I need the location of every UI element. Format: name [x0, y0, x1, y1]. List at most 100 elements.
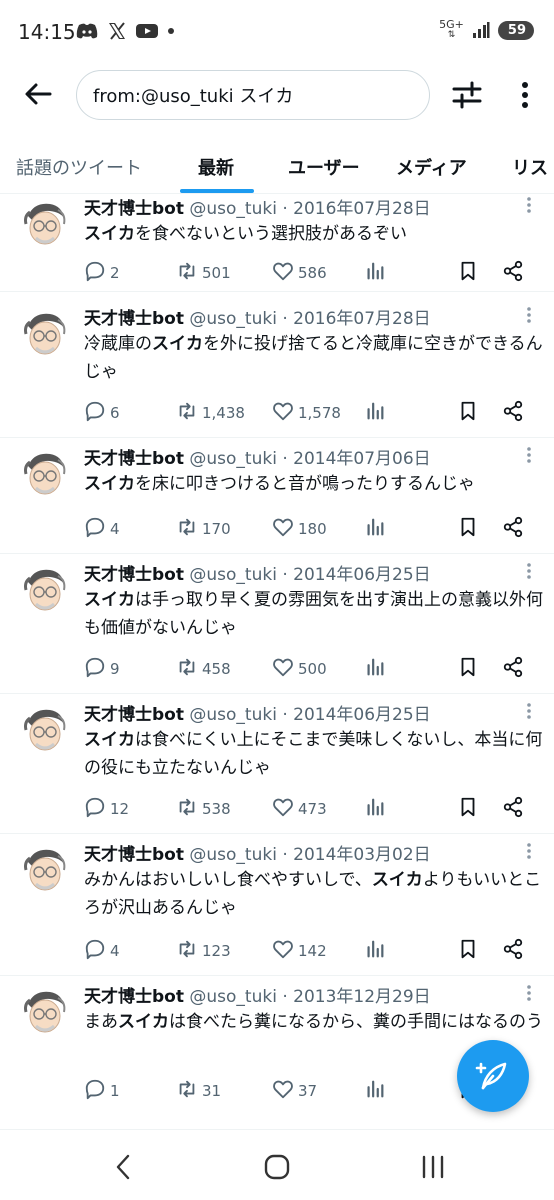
tweet-author-name[interactable]: 天才博士bot	[84, 987, 184, 1007]
tweet-item[interactable]: 天才博士bot @uso_tuki · 2016年07月28日 スイカを食べないと…	[0, 194, 554, 292]
tweet-item[interactable]: 天才博士bot @uso_tuki · 2014年07月06日 スイカを床に叩きつ…	[0, 438, 554, 554]
views-button[interactable]	[364, 796, 386, 822]
reply-button[interactable]: 9	[84, 656, 120, 682]
tweet-more-icon[interactable]	[526, 196, 532, 214]
retweet-button[interactable]: 538	[176, 796, 231, 822]
avatar[interactable]	[20, 198, 70, 248]
share-icon	[502, 516, 524, 542]
tweet-text-part: は手っ取り早く夏の雰囲気を出す演出上の意義以外何も価値がないんじゃ	[84, 590, 543, 638]
avatar[interactable]	[20, 448, 70, 498]
views-button[interactable]	[364, 400, 386, 426]
share-button[interactable]	[502, 400, 524, 426]
avatar[interactable]	[20, 986, 70, 1036]
like-button[interactable]: 37	[272, 1078, 317, 1104]
avatar[interactable]	[20, 844, 70, 894]
tweet-item[interactable]: 天才博士bot @uso_tuki · 2016年07月28日 冷蔵庫のスイカを外…	[0, 298, 554, 438]
tweet-actions: 4 123 142	[84, 938, 534, 964]
tweet-actions: 2 501 586	[84, 260, 534, 286]
views-button[interactable]	[364, 1078, 386, 1104]
tweet-more-icon[interactable]	[526, 702, 532, 720]
tab-top[interactable]: 話題のツイート	[16, 154, 142, 180]
share-button[interactable]	[502, 516, 524, 542]
tab-lists[interactable]: リス	[512, 154, 548, 180]
retweet-button[interactable]: 123	[176, 938, 231, 964]
nav-back-icon[interactable]	[112, 1154, 136, 1180]
filter-icon[interactable]	[450, 78, 484, 112]
like-button[interactable]: 500	[272, 656, 327, 682]
tab-latest[interactable]: 最新	[198, 154, 234, 180]
tweet-item[interactable]: 天才博士bot @uso_tuki · 2014年03月02日 みかんはおいしいし…	[0, 834, 554, 976]
tweet-author-name[interactable]: 天才博士bot	[84, 705, 184, 725]
retweet-button[interactable]: 31	[176, 1078, 221, 1104]
like-button[interactable]: 1,578	[272, 400, 341, 426]
tweet-more-icon[interactable]	[526, 446, 532, 464]
active-tab-indicator	[180, 189, 254, 193]
views-button[interactable]	[364, 938, 386, 964]
tweet-more-icon[interactable]	[526, 984, 532, 1002]
tweet-item[interactable]: 天才博士bot @uso_tuki · 2014年06月25日 スイカは食べにくい…	[0, 694, 554, 834]
tweet-more-icon[interactable]	[526, 306, 532, 324]
search-input[interactable]: from:@uso_tuki スイカ	[76, 70, 430, 120]
tab-people[interactable]: ユーザー	[288, 154, 360, 180]
reply-count: 6	[110, 404, 120, 422]
bookmark-button[interactable]	[457, 938, 479, 964]
search-tabs: 話題のツイート 最新 ユーザー メディア リス	[0, 140, 554, 194]
tweet-separator: ·	[276, 565, 294, 585]
reply-button[interactable]: 12	[84, 796, 129, 822]
tab-media[interactable]: メディア	[396, 154, 467, 180]
reply-button[interactable]: 4	[84, 938, 120, 964]
share-button[interactable]	[502, 656, 524, 682]
bookmark-button[interactable]	[457, 796, 479, 822]
bookmark-button[interactable]	[457, 656, 479, 682]
avatar[interactable]	[20, 308, 70, 358]
like-button[interactable]: 586	[272, 260, 327, 286]
like-count: 37	[298, 1082, 318, 1100]
tweet-header: 天才博士bot @uso_tuki · 2014年06月25日	[84, 560, 431, 585]
views-button[interactable]	[364, 260, 386, 286]
reply-button[interactable]: 6	[84, 400, 120, 426]
tweet-text: スイカは食べにくい上にそこまで美味しくないし、本当に何の役にも立たないんじゃ	[84, 726, 544, 782]
reply-button[interactable]: 4	[84, 516, 120, 542]
tweet-author-name[interactable]: 天才博士bot	[84, 565, 184, 585]
reply-button[interactable]: 2	[84, 260, 120, 286]
retweet-button[interactable]: 501	[176, 260, 231, 286]
tweet-text-part: スイカ	[84, 474, 135, 494]
more-options-icon[interactable]	[510, 78, 540, 112]
tweet-author-name[interactable]: 天才博士bot	[84, 845, 184, 865]
tweet-text-part: は食べたら糞になるから、糞の手間にはなるのう	[169, 1012, 543, 1032]
tweet-author-name[interactable]: 天才博士bot	[84, 449, 184, 469]
back-arrow-icon[interactable]	[22, 78, 54, 110]
tweet-item[interactable]: 天才博士bot @uso_tuki · 2014年06月25日 スイカは手っ取り早…	[0, 554, 554, 694]
views-icon	[364, 938, 386, 964]
retweet-button[interactable]: 458	[176, 656, 231, 682]
avatar[interactable]	[20, 704, 70, 754]
share-icon	[502, 796, 524, 822]
reply-icon	[84, 938, 106, 964]
avatar[interactable]	[20, 564, 70, 614]
bookmark-button[interactable]	[457, 260, 479, 286]
like-button[interactable]: 473	[272, 796, 327, 822]
views-button[interactable]	[364, 656, 386, 682]
like-button[interactable]: 142	[272, 938, 327, 964]
views-button[interactable]	[364, 516, 386, 542]
like-button[interactable]: 180	[272, 516, 327, 542]
compose-button[interactable]	[457, 1040, 529, 1112]
nav-home-icon[interactable]	[264, 1154, 290, 1180]
like-count: 473	[298, 800, 327, 818]
share-button[interactable]	[502, 938, 524, 964]
tweet-more-icon[interactable]	[526, 842, 532, 860]
tweet-more-icon[interactable]	[526, 562, 532, 580]
reply-button[interactable]: 1	[84, 1078, 120, 1104]
tweet-date: 2013年12月29日	[293, 987, 431, 1007]
share-button[interactable]	[502, 260, 524, 286]
bookmark-button[interactable]	[457, 516, 479, 542]
tweet-text-part: スイカ	[118, 1012, 169, 1032]
tweet-author-name[interactable]: 天才博士bot	[84, 309, 184, 329]
bookmark-button[interactable]	[457, 400, 479, 426]
share-button[interactable]	[502, 796, 524, 822]
reply-icon	[84, 400, 106, 426]
retweet-button[interactable]: 1,438	[176, 400, 245, 426]
nav-recents-icon[interactable]	[420, 1154, 446, 1180]
tweet-author-name[interactable]: 天才博士bot	[84, 199, 184, 219]
retweet-button[interactable]: 170	[176, 516, 231, 542]
